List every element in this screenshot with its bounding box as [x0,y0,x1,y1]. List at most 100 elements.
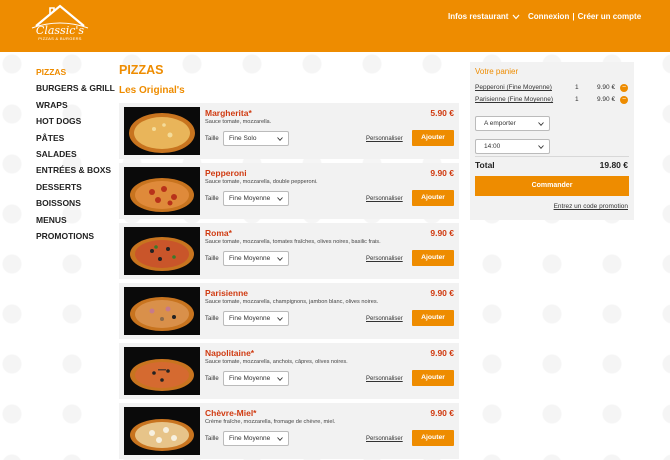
logo-text: Classic's PIZZAS & BURGERS [34,25,86,42]
size-select[interactable]: Fine Moyenne [223,311,289,326]
product-card: Margherita* 5.90 € Sauce tomate, mozzare… [119,103,459,159]
sidebar-item-promotions[interactable]: PROMOTIONS [36,228,116,244]
chevron-down-icon [538,145,544,149]
size-value: Fine Solo [229,135,257,142]
pizza-image [124,347,200,395]
pizza-image [124,227,200,275]
customize-link[interactable]: Personnaliser [366,316,403,322]
size-select[interactable]: Fine Moyenne [223,371,289,386]
product-card: Napolitaine* 9.90 € Sauce tomate, mozzar… [119,343,459,399]
product-name: Napolitaine* [205,348,255,358]
pizza-image [124,287,200,335]
add-button[interactable]: Ajouter [412,310,454,326]
sidebar-item-entrees-boxs[interactable]: ENTRÉES & BOXS [36,162,116,178]
customize-link[interactable]: Personnaliser [366,376,403,382]
product-name: Chèvre-Miel* [205,408,257,418]
customize-link[interactable]: Personnaliser [366,256,403,262]
total-value: 19.80 € [599,160,628,170]
remove-icon[interactable]: − [620,96,628,104]
sidebar-item-wraps[interactable]: WRAPS [36,97,116,113]
section-title: Les Original's [119,85,185,96]
product-card: Pepperoni 9.90 € Sauce tomate, mozzarell… [119,163,459,219]
cart-item-price: 9.90 € [597,96,616,103]
product-description: Sauce tomate, mozzarella, champignons, j… [205,299,379,305]
sidebar-item-hot-dogs[interactable]: HOT DOGS [36,113,116,129]
pizza-image [124,167,200,215]
size-value: Fine Moyenne [229,315,271,322]
add-button[interactable]: Ajouter [412,250,454,266]
cart-item-name[interactable]: Pepperoni (Fine Moyenne) [475,84,552,91]
size-label: Taille [205,196,219,202]
size-label: Taille [205,256,219,262]
product-description: Crème fraîche, mozzarella, fromage de ch… [205,419,336,425]
product-card: Chèvre-Miel* 9.90 € Crème fraîche, mozza… [119,403,459,459]
product-name: Roma* [205,228,232,238]
product-list: PIZZAS Les Original's Margherita* 5.90 €… [119,62,459,459]
size-value: Fine Moyenne [229,195,271,202]
product-card: Roma* 9.90 € Sauce tomate, mozzarella, t… [119,223,459,279]
cart-item-qty: 1 [575,84,579,91]
chevron-down-icon [277,317,283,321]
chevron-down-icon [277,257,283,261]
size-label: Taille [205,136,219,142]
info-menu-label: Infos restaurant [448,12,509,21]
header: Classic's PIZZAS & BURGERS Infos restaur… [0,0,670,52]
size-label: Taille [205,376,219,382]
product-name: Parisienne [205,288,248,298]
customize-link[interactable]: Personnaliser [366,136,403,142]
delivery-mode-value: A emporter [484,120,516,127]
remove-icon[interactable]: − [620,84,628,92]
size-value: Fine Moyenne [229,375,271,382]
add-button[interactable]: Ajouter [412,130,454,146]
cart-line: Pepperoni (Fine Moyenne) 1 9.90 € − [475,84,629,95]
product-price: 9.90 € [430,228,454,238]
sidebar-item-pizzas[interactable]: PIZZAS [36,64,116,80]
signup-link[interactable]: Créer un compte [578,12,642,21]
product-price: 5.90 € [430,108,454,118]
cart-item-price: 9.90 € [597,84,616,91]
brand-tagline: PIZZAS & BURGERS [38,36,82,41]
cart-title: Votre panier [475,67,519,76]
total-label: Total [475,160,495,170]
sidebar-item-burgers-grill[interactable]: BURGERS & GRILL [36,80,116,96]
sidebar-item-pates[interactable]: PÂTES [36,130,116,146]
size-select[interactable]: Fine Moyenne [223,251,289,266]
login-link[interactable]: Connexion [528,12,569,21]
sidebar-item-desserts[interactable]: DESSERTS [36,179,116,195]
order-button[interactable]: Commander [475,176,629,196]
product-card: Parisienne 9.90 € Sauce tomate, mozzarel… [119,283,459,339]
delivery-mode-select[interactable]: A emporter [475,116,550,131]
pizza-image [124,407,200,455]
sidebar-item-salades[interactable]: SALADES [36,146,116,162]
size-select[interactable]: Fine Moyenne [223,431,289,446]
size-select[interactable]: Fine Solo [223,131,289,146]
size-label: Taille [205,436,219,442]
size-select[interactable]: Fine Moyenne [223,191,289,206]
product-price: 9.90 € [430,168,454,178]
nav-separator: | [572,12,575,21]
pickup-time-select[interactable]: 14:00 [475,139,550,154]
sidebar-item-boissons[interactable]: BOISSONS [36,195,116,211]
add-button[interactable]: Ajouter [412,430,454,446]
product-description: Sauce tomate, mozzarella, anchois, câpre… [205,359,348,365]
customize-link[interactable]: Personnaliser [366,436,403,442]
product-name: Margherita* [205,108,252,118]
sidebar-item-menus[interactable]: MENUS [36,212,116,228]
add-button[interactable]: Ajouter [412,190,454,206]
info-menu[interactable]: Infos restaurant [448,12,520,21]
chevron-down-icon [513,14,520,19]
customize-link[interactable]: Personnaliser [366,196,403,202]
account-nav: Connexion | Créer un compte [528,12,641,21]
divider [475,156,629,157]
page-title: PIZZAS [119,63,164,77]
size-value: Fine Moyenne [229,255,271,262]
product-price: 9.90 € [430,348,454,358]
promo-code-link[interactable]: Entrez un code promotion [554,203,628,210]
chevron-down-icon [277,377,283,381]
add-button[interactable]: Ajouter [412,370,454,386]
cart-line: Parisienne (Fine Moyenne) 1 9.90 € − [475,96,629,107]
chevron-down-icon [538,122,544,126]
cart-panel: Votre panier Pepperoni (Fine Moyenne) 1 … [470,62,634,220]
chevron-down-icon [277,197,283,201]
cart-item-name[interactable]: Parisienne (Fine Moyenne) [475,96,553,103]
